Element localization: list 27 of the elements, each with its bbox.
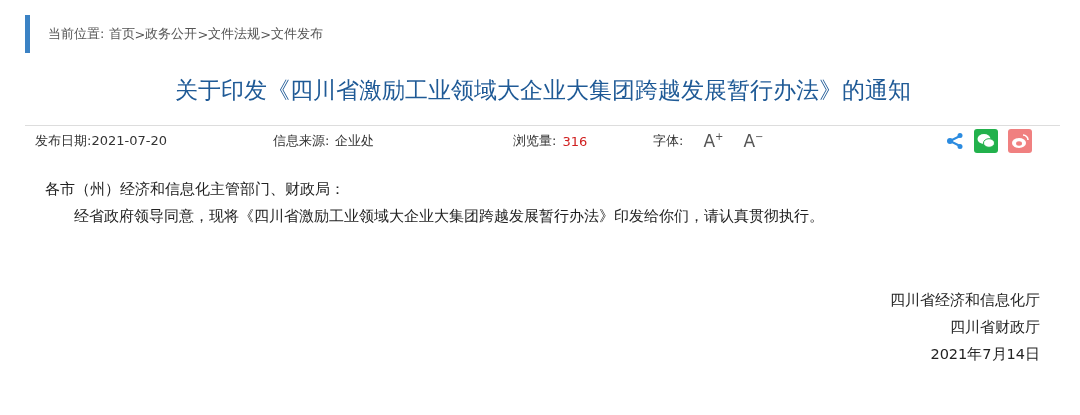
publish-date: 发布日期:2021-07-20 — [35, 132, 167, 150]
font-size-button[interactable]: A$^{+}$ — [703, 131, 724, 151]
chat-bubbles-icon — [977, 133, 995, 149]
views-label: 浏览量: — [513, 132, 557, 150]
breadcrumb-link[interactable]: 首页 — [108, 25, 135, 43]
location-label: 当前位置: — [48, 25, 106, 43]
source-label: 信息来源: — [273, 132, 330, 150]
breadcrumb-link[interactable]: 文件法规 — [208, 25, 261, 43]
views-count: 316 — [562, 133, 588, 149]
font-size-button[interactable]: A$^{−}$ — [743, 131, 764, 151]
source-value: 企业处 — [335, 132, 375, 150]
breadcrumb-link[interactable]: 文件发布 — [271, 25, 324, 43]
signature-line: 2021年7月14日 — [930, 345, 1040, 364]
signature-line: 四川省财政厅 — [950, 318, 1040, 337]
breadcrumb-separator: > — [260, 26, 272, 42]
wechat-share-button[interactable] — [974, 129, 998, 153]
weibo-share-button[interactable] — [1008, 129, 1032, 153]
breadcrumb-link[interactable]: 政务公开 — [145, 25, 198, 43]
salutation: 各市（州）经济和信息化主管部门、财政局： — [45, 180, 346, 199]
breadcrumb-separator: > — [197, 26, 209, 42]
signature-line: 四川省经济和信息化厅 — [890, 291, 1040, 310]
share-icon[interactable] — [946, 132, 964, 150]
page-title: 关于印发《四川省激励工业领域大企业大集团跨越发展暂行办法》的通知 — [173, 76, 912, 105]
font-label: 字体: — [653, 132, 684, 150]
eye-swirl-icon — [1011, 133, 1029, 149]
breadcrumb-separator: > — [134, 26, 146, 42]
body-paragraph: 经省政府领导同意，现将《四川省激励工业领域大企业大集团跨越发展暂行办法》印发给你们，请认真贯彻执行。 — [73, 207, 825, 226]
